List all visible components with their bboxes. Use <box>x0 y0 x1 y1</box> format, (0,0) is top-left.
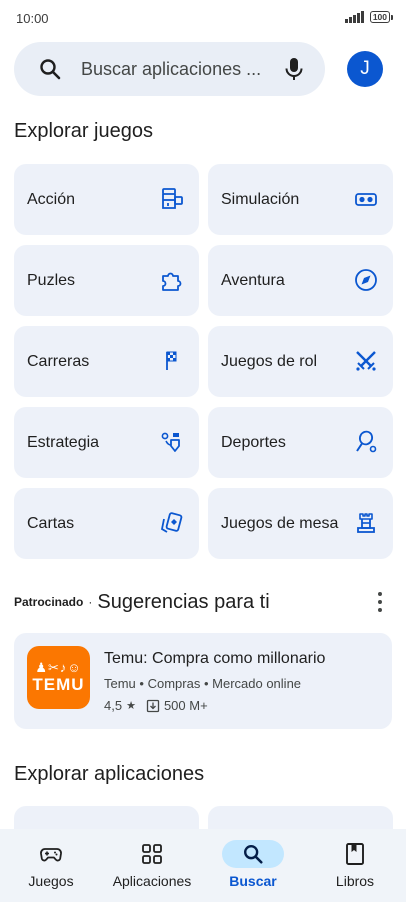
more-options-icon[interactable] <box>376 592 384 612</box>
nav-item-libros[interactable]: Libros <box>324 829 386 902</box>
sponsored-app-card[interactable]: ♟✂♪☺ TEMU Temu: Compra como millonario T… <box>14 633 392 729</box>
app-stats: 4,5 ★ 500 M+ <box>104 698 208 713</box>
app-downloads: 500 M+ <box>163 698 208 713</box>
app-tag: Mercado online <box>212 676 302 691</box>
category-label: Cartas <box>27 515 75 532</box>
status-indicators: 100 <box>345 11 394 23</box>
category-label: Deportes <box>221 434 286 451</box>
vr-headset-icon <box>355 193 377 206</box>
status-time: 10:00 <box>16 11 49 26</box>
app-category: Compras <box>147 676 201 691</box>
nav-label: Aplicaciones <box>112 873 192 889</box>
category-tile-accion[interactable]: Acción <box>14 164 199 235</box>
nav-label: Libros <box>335 873 375 889</box>
active-indicator <box>222 840 284 868</box>
nav-label: Juegos <box>28 873 74 889</box>
category-label: Carreras <box>27 353 90 370</box>
temu-logo-text: TEMU <box>32 675 85 694</box>
search-icon <box>244 845 263 864</box>
app-icon-temu: ♟✂♪☺ TEMU <box>27 646 90 709</box>
category-tile-cartas[interactable]: Cartas <box>14 488 199 559</box>
app-meta: Temu • Compras • Mercado online <box>104 676 302 691</box>
search-input[interactable]: Buscar aplicaciones ... <box>81 59 261 80</box>
category-label: Puzles <box>27 272 76 289</box>
category-tile-simulacion[interactable]: Simulación <box>208 164 393 235</box>
app-developer: Temu <box>104 676 136 691</box>
racket-icon <box>356 430 377 453</box>
sponsored-label: Patrocinado <box>14 595 84 609</box>
download-icon <box>146 699 160 712</box>
category-label: Acción <box>27 191 76 208</box>
app-rating: 4,5 <box>104 698 123 713</box>
app-name: Temu: Compra como millonario <box>104 650 326 667</box>
book-icon <box>346 843 364 865</box>
nav-label: Buscar <box>229 873 277 889</box>
section-title-games: Explorar juegos <box>14 120 153 142</box>
category-label: Simulación <box>221 191 300 208</box>
nav-item-juegos[interactable]: Juegos <box>20 829 82 902</box>
cards-icon <box>160 512 183 533</box>
nav-item-aplicaciones[interactable]: Aplicaciones <box>102 829 202 902</box>
section-title-apps: Explorar aplicaciones <box>14 763 205 785</box>
category-label: Juegos de rol <box>221 353 318 370</box>
status-bar: 10:00 100 <box>0 0 406 36</box>
arcade-icon <box>162 188 183 209</box>
category-label: Juegos de mesa <box>221 515 339 532</box>
category-tile-carreras[interactable]: Carreras <box>14 326 199 397</box>
battery-icon: 100 <box>369 11 394 23</box>
gamepad-icon <box>40 848 62 862</box>
category-tile-puzles[interactable]: Puzles <box>14 245 199 316</box>
avatar[interactable]: J <box>347 51 383 87</box>
category-label: Estrategia <box>27 434 100 451</box>
checkered-flag-icon <box>166 351 177 370</box>
search-icon <box>40 59 61 80</box>
signal-icon <box>345 11 364 23</box>
search-bar[interactable]: Buscar aplicaciones ... <box>14 42 325 96</box>
microphone-icon[interactable] <box>283 56 305 82</box>
category-tile-juegos-de-mesa[interactable]: Juegos de mesa <box>208 488 393 559</box>
category-tile-estrategia[interactable]: Estrategia <box>14 407 199 478</box>
compass-icon <box>355 269 377 291</box>
temu-logo-glyphs: ♟✂♪☺ <box>35 660 82 675</box>
category-label: Aventura <box>221 272 285 289</box>
chess-rook-icon <box>357 513 375 533</box>
separator: · <box>88 595 93 609</box>
strategy-flag-icon <box>161 432 180 452</box>
section-title-suggestions: Sugerencias para ti <box>97 590 270 613</box>
category-tile-juegos-de-rol[interactable]: Juegos de rol <box>208 326 393 397</box>
apps-grid-icon <box>142 844 162 864</box>
nav-item-buscar[interactable]: Buscar <box>222 829 284 902</box>
suggestions-header: Patrocinado · Sugerencias para ti <box>14 588 392 616</box>
category-tile-aventura[interactable]: Aventura <box>208 245 393 316</box>
crossed-swords-icon <box>356 351 376 371</box>
star-icon: ★ <box>126 700 136 712</box>
puzzle-icon <box>162 272 182 291</box>
category-tile-deportes[interactable]: Deportes <box>208 407 393 478</box>
bottom-navigation: Juegos Aplicaciones Buscar Libros <box>0 829 406 902</box>
